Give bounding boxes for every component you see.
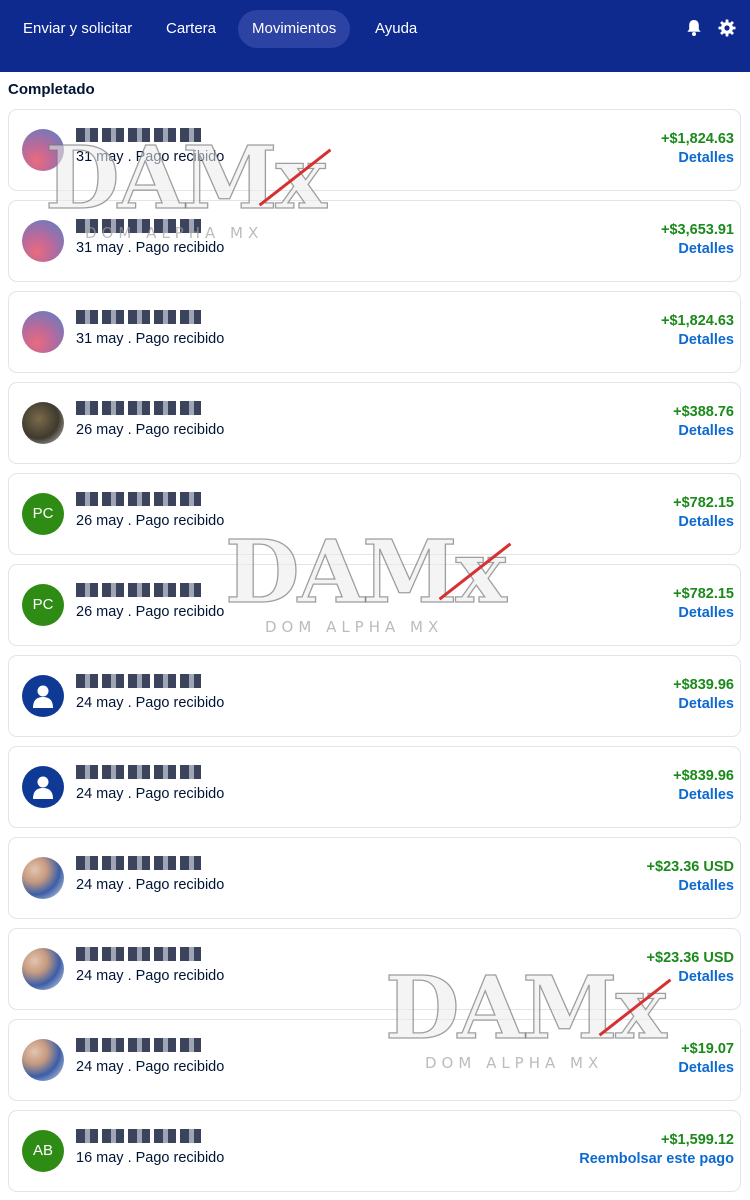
transaction-date-type: 24 may . Pago recibido — [76, 786, 225, 802]
details-link[interactable]: Detalles — [678, 514, 734, 530]
gear-icon[interactable] — [717, 18, 737, 38]
redacted-sender-name — [76, 765, 201, 779]
avatar-gradient — [22, 311, 64, 353]
avatar-initials: AB — [22, 1130, 64, 1172]
transaction-amount: +$1,824.63 — [661, 131, 734, 147]
avatar-initials: PC — [22, 584, 64, 626]
user-avatar-icon — [22, 766, 64, 808]
details-link[interactable]: Detalles — [678, 332, 734, 348]
redacted-sender-name — [76, 947, 201, 961]
avatar-photo — [22, 857, 64, 899]
details-link[interactable]: Detalles — [678, 878, 734, 894]
redacted-sender-name — [76, 674, 201, 688]
transaction-amount: +$23.36 USD — [646, 859, 734, 875]
redacted-sender-name — [76, 310, 201, 324]
details-link[interactable]: Detalles — [678, 150, 734, 166]
redacted-sender-name — [76, 1129, 201, 1143]
transaction-date-type: 24 may . Pago recibido — [76, 877, 225, 893]
transaction-date-type: 26 may . Pago recibido — [76, 513, 225, 529]
tab-ayuda[interactable]: Ayuda — [361, 10, 431, 48]
transaction-row[interactable]: AB 16 may . Pago recibido +$1,599.12 Reembo… — [8, 1110, 741, 1192]
transaction-row[interactable]: PC 26 may . Pago recibido +$782.15 Detalles — [8, 473, 741, 555]
transaction-amount: +$23.36 USD — [646, 950, 734, 966]
transaction-row[interactable]: 26 may . Pago recibido +$388.76 Detalles — [8, 382, 741, 464]
transaction-row[interactable]: 24 may . Pago recibido +$839.96 Detalles — [8, 746, 741, 828]
transaction-row[interactable]: 24 may . Pago recibido +$839.96 Detalles — [8, 655, 741, 737]
details-link[interactable]: Detalles — [678, 787, 734, 803]
transaction-amount: +$782.15 — [673, 586, 734, 602]
bell-icon[interactable] — [684, 18, 704, 38]
transaction-date-type: 26 may . Pago recibido — [76, 422, 225, 438]
transaction-date-type: 26 may . Pago recibido — [76, 604, 225, 620]
section-title-completado: Completado — [8, 81, 95, 98]
details-link[interactable]: Detalles — [678, 605, 734, 621]
transaction-date-type: 24 may . Pago recibido — [76, 1059, 225, 1075]
transaction-amount: +$3,653.91 — [661, 222, 734, 238]
redacted-sender-name — [76, 128, 201, 142]
transaction-amount: +$839.96 — [673, 768, 734, 784]
redacted-sender-name — [76, 492, 201, 506]
transaction-row[interactable]: 31 may . Pago recibido +$1,824.63 Detalles — [8, 291, 741, 373]
transaction-date-type: 31 may . Pago recibido — [76, 149, 225, 165]
avatar-gradient — [22, 220, 64, 262]
tab-cartera[interactable]: Cartera — [152, 10, 230, 48]
details-link[interactable]: Detalles — [678, 1060, 734, 1076]
avatar-gradient — [22, 129, 64, 171]
transaction-row[interactable]: 31 may . Pago recibido +$1,824.63 Detalles — [8, 109, 741, 191]
details-link[interactable]: Detalles — [678, 241, 734, 257]
details-link[interactable]: Detalles — [678, 696, 734, 712]
transaction-amount: +$782.15 — [673, 495, 734, 511]
top-navigation-bar: Enviar y solicitar Cartera Movimientos A… — [0, 0, 750, 72]
avatar-photo — [22, 1039, 64, 1081]
transaction-row[interactable]: 24 may . Pago recibido +$19.07 Detalles — [8, 1019, 741, 1101]
transaction-amount: +$839.96 — [673, 677, 734, 693]
transaction-row[interactable]: 24 may . Pago recibido +$23.36 USD Detalle… — [8, 928, 741, 1010]
transaction-date-type: 24 may . Pago recibido — [76, 968, 225, 984]
redacted-sender-name — [76, 1038, 201, 1052]
transaction-row[interactable]: 24 may . Pago recibido +$23.36 USD Detalle… — [8, 837, 741, 919]
transaction-row[interactable]: 31 may . Pago recibido +$3,653.91 Detalles — [8, 200, 741, 282]
transaction-amount: +$388.76 — [673, 404, 734, 420]
refund-link[interactable]: Reembolsar este pago — [579, 1151, 734, 1167]
tab-enviar-y-solicitar[interactable]: Enviar y solicitar — [9, 10, 146, 48]
transaction-date-type: 31 may . Pago recibido — [76, 331, 225, 347]
avatar-photo — [22, 402, 64, 444]
transaction-amount: +$19.07 — [681, 1041, 734, 1057]
transaction-date-type: 16 may . Pago recibido — [76, 1150, 225, 1166]
details-link[interactable]: Detalles — [678, 423, 734, 439]
transaction-date-type: 24 may . Pago recibido — [76, 695, 225, 711]
details-link[interactable]: Detalles — [678, 969, 734, 985]
avatar-initials: PC — [22, 493, 64, 535]
redacted-sender-name — [76, 583, 201, 597]
avatar-photo — [22, 948, 64, 990]
transaction-amount: +$1,599.12 — [661, 1132, 734, 1148]
user-avatar-icon — [22, 675, 64, 717]
redacted-sender-name — [76, 401, 201, 415]
transaction-date-type: 31 may . Pago recibido — [76, 240, 225, 256]
tab-movimientos[interactable]: Movimientos — [238, 10, 351, 48]
transaction-amount: +$1,824.63 — [661, 313, 734, 329]
redacted-sender-name — [76, 219, 201, 233]
transaction-row[interactable]: PC 26 may . Pago recibido +$782.15 Detalles — [8, 564, 741, 646]
redacted-sender-name — [76, 856, 201, 870]
